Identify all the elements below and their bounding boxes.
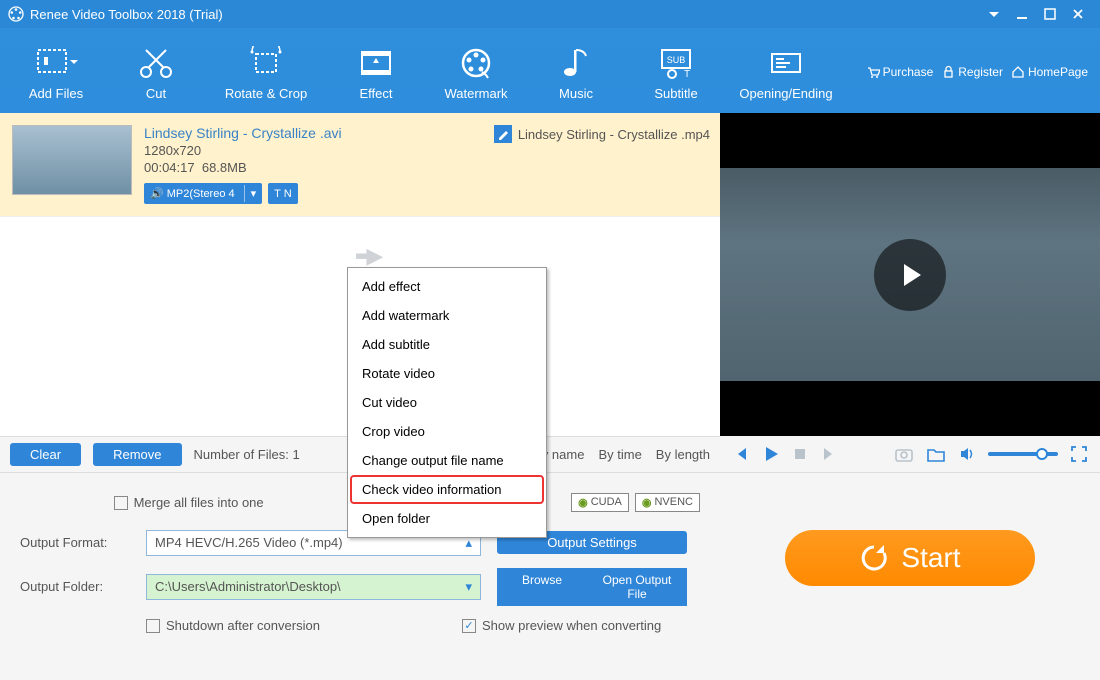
file-thumbnail [12, 125, 132, 195]
convert-arrow-icon: ▪▪▪▶ [355, 243, 379, 269]
cuda-badge: ◉CUDA [571, 493, 629, 512]
purchase-link[interactable]: Purchase [866, 65, 934, 79]
sort-by-length[interactable]: By length [656, 447, 710, 462]
subtitle-label: Subtitle [626, 86, 726, 101]
effect-label: Effect [326, 86, 426, 101]
music-button[interactable]: Music [526, 38, 626, 105]
context-menu-item[interactable]: Add watermark [350, 301, 544, 330]
cut-button[interactable]: Cut [106, 38, 206, 105]
play-button[interactable] [762, 445, 780, 463]
svg-text:T: T [684, 69, 690, 80]
prev-track-button[interactable] [732, 445, 750, 463]
next-track-button[interactable] [820, 445, 838, 463]
snapshot-button[interactable] [894, 445, 914, 463]
output-folder-combo[interactable]: C:\Users\Administrator\Desktop\▾ [146, 574, 481, 600]
svg-text:SUB: SUB [667, 55, 686, 65]
fullscreen-button[interactable] [1070, 445, 1088, 463]
close-button[interactable] [1064, 3, 1092, 25]
volume-icon[interactable] [958, 445, 976, 463]
context-menu-item[interactable]: Change output file name [350, 446, 544, 475]
play-overlay-button[interactable] [874, 239, 946, 311]
effect-button[interactable]: Effect [326, 38, 426, 105]
file-resolution: 1280x720 [144, 143, 342, 158]
output-format-label: Output Format: [20, 535, 130, 550]
subtitle-button[interactable]: SUB T Subtitle [626, 38, 726, 105]
refresh-icon [859, 543, 889, 573]
context-menu-item[interactable]: Open folder [350, 504, 544, 533]
chevron-down-icon: ▾ [465, 579, 472, 595]
file-output-name: Lindsey Stirling - Crystallize .mp4 [518, 127, 710, 142]
file-count-label: Number of Files: 1 [194, 447, 300, 462]
remove-button[interactable]: Remove [93, 443, 181, 466]
context-menu-item[interactable]: Add effect [350, 272, 544, 301]
register-link[interactable]: Register [941, 65, 1003, 79]
app-icon [8, 6, 24, 22]
app-title: Renee Video Toolbox 2018 (Trial) [30, 7, 223, 22]
add-files-label: Add Files [6, 86, 106, 101]
window-menu-button[interactable] [980, 3, 1008, 25]
maximize-button[interactable] [1036, 3, 1064, 25]
context-menu-item[interactable]: Cut video [350, 388, 544, 417]
preview-panel [720, 113, 1100, 436]
shutdown-checkbox[interactable]: Shutdown after conversion [146, 618, 446, 634]
add-files-button[interactable]: Add Files [6, 38, 106, 105]
subtitle-chip[interactable]: T N [268, 183, 298, 204]
file-input-name: Lindsey Stirling - Crystallize .avi [144, 125, 342, 141]
watermark-label: Watermark [426, 86, 526, 101]
context-menu-item[interactable]: Check video information [350, 475, 544, 504]
nvenc-badge: ◉NVENC [635, 493, 700, 512]
edit-output-icon[interactable] [494, 125, 512, 143]
stop-button[interactable] [792, 446, 808, 462]
start-button[interactable]: Start [785, 530, 1035, 586]
sort-by-time[interactable]: By time [598, 447, 641, 462]
watermark-button[interactable]: Watermark [426, 38, 526, 105]
clear-button[interactable]: Clear [10, 443, 81, 466]
file-list: Lindsey Stirling - Crystallize .avi 1280… [0, 113, 720, 472]
minimize-button[interactable] [1008, 3, 1036, 25]
context-menu-item[interactable]: Crop video [350, 417, 544, 446]
cut-label: Cut [106, 86, 206, 101]
file-duration-size: 00:04:17 68.8MB [144, 160, 342, 175]
open-output-button[interactable]: Open Output File [587, 568, 687, 606]
context-menu: Add effectAdd watermarkAdd subtitleRotat… [347, 267, 547, 538]
context-menu-item[interactable]: Rotate video [350, 359, 544, 388]
rotate-crop-button[interactable]: Rotate & Crop [206, 38, 326, 105]
open-folder-button[interactable] [926, 445, 946, 463]
browse-button[interactable]: Browse [497, 568, 587, 606]
rotate-crop-label: Rotate & Crop [206, 86, 326, 101]
show-preview-checkbox[interactable]: Show preview when converting [462, 618, 661, 634]
volume-slider[interactable] [988, 452, 1058, 456]
context-menu-item[interactable]: Add subtitle [350, 330, 544, 359]
audio-track-chip[interactable]: 🔊 MP2(Stereo 4▾ [144, 183, 262, 204]
homepage-link[interactable]: HomePage [1011, 65, 1088, 79]
output-folder-label: Output Folder: [20, 579, 130, 594]
opening-ending-label: Opening/Ending [726, 86, 846, 101]
opening-ending-button[interactable]: Opening/Ending [726, 38, 846, 105]
music-label: Music [526, 86, 626, 101]
